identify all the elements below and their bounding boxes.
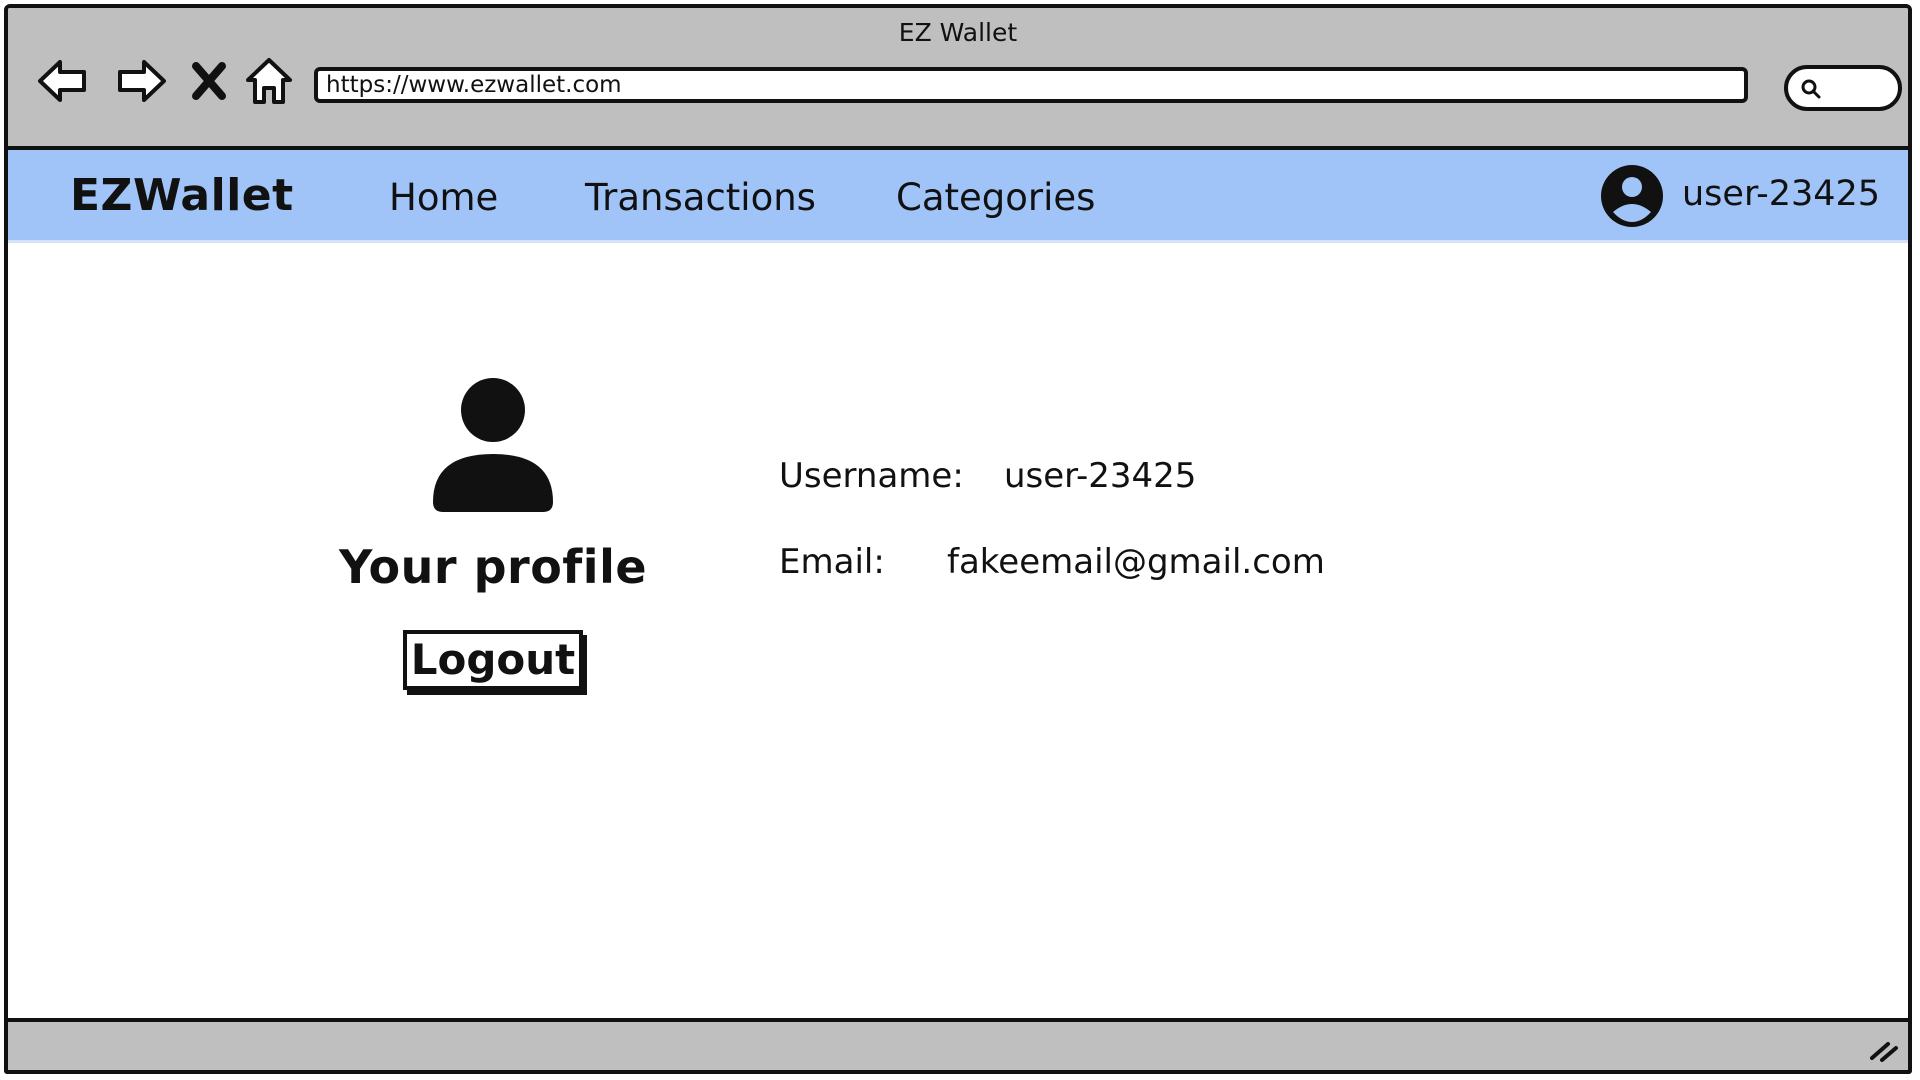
browser-window: EZ Wallet https://www.ezwallet.com EZWal… xyxy=(4,4,1912,1074)
logout-button[interactable]: Logout xyxy=(403,630,583,690)
person-icon xyxy=(433,378,553,512)
username-label: Username: xyxy=(779,456,964,496)
browser-chrome: EZ Wallet https://www.ezwallet.com xyxy=(8,8,1908,150)
nav-link-categories[interactable]: Categories xyxy=(896,176,1095,219)
brand-logo[interactable]: EZWallet xyxy=(70,170,294,221)
user-name: user-23425 xyxy=(1682,174,1881,214)
close-icon[interactable] xyxy=(184,52,234,110)
address-bar[interactable]: https://www.ezwallet.com xyxy=(314,67,1748,103)
forward-arrow-icon[interactable] xyxy=(112,52,170,110)
browser-search-box[interactable] xyxy=(1784,65,1902,111)
app-navbar: EZWallet Home Transactions Categories us… xyxy=(8,150,1908,243)
home-icon[interactable] xyxy=(240,52,298,110)
status-bar xyxy=(8,1018,1908,1070)
account-circle-icon xyxy=(1601,165,1663,227)
username-value: user-23425 xyxy=(1004,456,1197,496)
window-title: EZ Wallet xyxy=(898,18,1018,47)
resize-grip-icon[interactable] xyxy=(1868,1032,1900,1064)
nav-link-home[interactable]: Home xyxy=(389,176,498,219)
nav-link-transactions[interactable]: Transactions xyxy=(585,176,816,219)
back-arrow-icon[interactable] xyxy=(34,52,92,110)
search-icon xyxy=(1801,79,1821,99)
email-label: Email: xyxy=(779,542,885,582)
email-value: fakeemail@gmail.com xyxy=(947,542,1325,582)
profile-title: Your profile xyxy=(338,540,648,594)
